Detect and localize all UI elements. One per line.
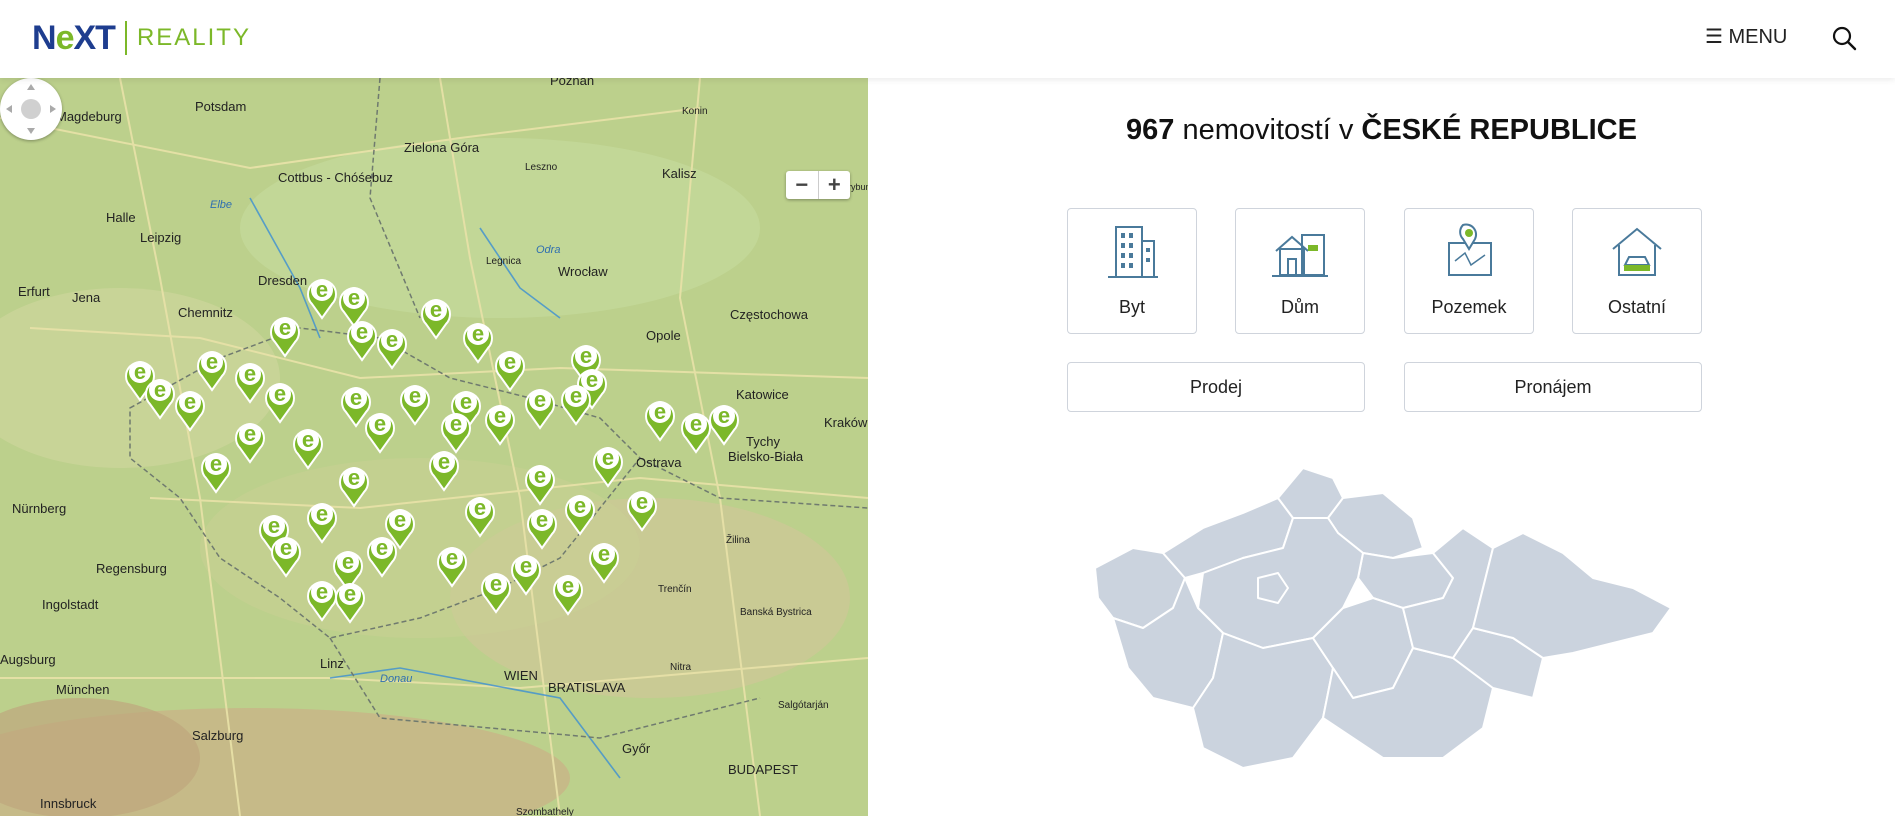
zoom-out-button[interactable]: − [786, 171, 819, 199]
category-label: Dům [1280, 297, 1319, 317]
house-icon [1272, 234, 1328, 277]
map-label: München [56, 682, 109, 697]
logo[interactable]: NeXT REALITY [32, 16, 251, 60]
map-label: Odra [536, 244, 560, 256]
site-header: NeXT REALITY ☰ MENU [0, 0, 1895, 78]
map-label: Trenčín [658, 584, 692, 595]
map-label: Cottbus - Chóśebuz [278, 170, 393, 185]
map-label: Katowice [736, 387, 789, 402]
category-label: Pozemek [1431, 297, 1507, 317]
results-text: nemovitostí v [1182, 114, 1354, 146]
map-label: Opole [646, 328, 681, 343]
map-label: BRATISLAVA [548, 680, 626, 695]
map-label: Ingolstadt [42, 597, 99, 612]
zoom-control: − + [786, 171, 850, 199]
map-label: Szombathely [516, 807, 574, 816]
map-label: Kraków [824, 415, 868, 430]
garage-icon [1612, 227, 1662, 276]
land-plot-icon [1448, 223, 1492, 276]
map-label: Częstochowa [730, 307, 809, 322]
map-label: Halle [106, 210, 136, 225]
map-label: Žilina [726, 533, 750, 546]
category-label: Byt [1118, 297, 1145, 317]
map-label: Magdeburg [56, 109, 122, 124]
logo-divider [124, 21, 127, 55]
map-label: Kalisz [662, 166, 697, 181]
map-label: Elbe [210, 199, 232, 211]
category-dum-button[interactable]: Dům [1235, 208, 1365, 334]
map-label: Leszno [525, 162, 558, 173]
map-label: Salzburg [192, 728, 243, 743]
map-label: Jena [72, 290, 101, 305]
results-headline: 967 nemovitostí v ČESKÉ REPUBLICE [868, 114, 1895, 147]
map-label: Innsbruck [40, 796, 97, 811]
search-icon[interactable] [1831, 25, 1857, 51]
logo-next: NeXT [32, 18, 116, 57]
map-label: Konin [682, 106, 708, 117]
map-label: WIEN [504, 668, 538, 683]
czech-regions-map[interactable] [1093, 458, 1673, 798]
category-label: Ostatní [1607, 297, 1667, 317]
pan-compass-icon[interactable] [0, 78, 62, 140]
map-label: Linz [320, 656, 344, 671]
property-map[interactable]: e [0, 78, 868, 816]
zoom-in-button[interactable]: + [819, 171, 851, 199]
map-label: Donau [380, 673, 412, 685]
map-label: Salgótarján [778, 700, 829, 711]
map-label: Poznań [550, 78, 594, 88]
deal-prodej-button[interactable]: Prodej [1067, 362, 1365, 412]
map-label: Potsdam [195, 99, 246, 114]
menu-button[interactable]: ☰ MENU [1705, 24, 1787, 49]
deal-pronajem-button[interactable]: Pronájem [1404, 362, 1702, 412]
map-label: BUDAPEST [728, 762, 798, 777]
category-ostatni-button[interactable]: Ostatní [1572, 208, 1702, 334]
map-label: Tychy [746, 434, 780, 449]
map-label: Győr [622, 741, 651, 756]
map-canvas[interactable]: e [0, 78, 868, 816]
map-label: Chemnitz [178, 305, 233, 320]
logo-reality: REALITY [136, 24, 251, 51]
map-label: Leipzig [140, 230, 181, 245]
map-label: Regensburg [96, 561, 167, 576]
map-label: Banská Bystrica [740, 607, 812, 618]
category-pozemek-button[interactable]: Pozemek [1404, 208, 1534, 334]
building-icon [1108, 226, 1158, 278]
search-panel: 967 nemovitostí v ČESKÉ REPUBLICE Byt Dů… [868, 78, 1895, 816]
map-label: Legnica [486, 256, 521, 267]
map-label: Augsburg [0, 652, 56, 667]
map-label: Bielsko-Biała [728, 449, 804, 464]
map-label: Nitra [670, 662, 692, 673]
map-label: Erfurt [18, 284, 50, 299]
map-label: Dresden [258, 273, 307, 288]
results-country: ČESKÉ REPUBLICE [1361, 114, 1637, 146]
category-byt-button[interactable]: Byt [1067, 208, 1197, 334]
map-label: Wrocław [558, 264, 608, 279]
results-count: 967 [1126, 114, 1175, 146]
map-label: Ostrava [636, 455, 682, 470]
map-label: Zielona Góra [404, 140, 480, 155]
map-label: Nürnberg [12, 501, 66, 516]
